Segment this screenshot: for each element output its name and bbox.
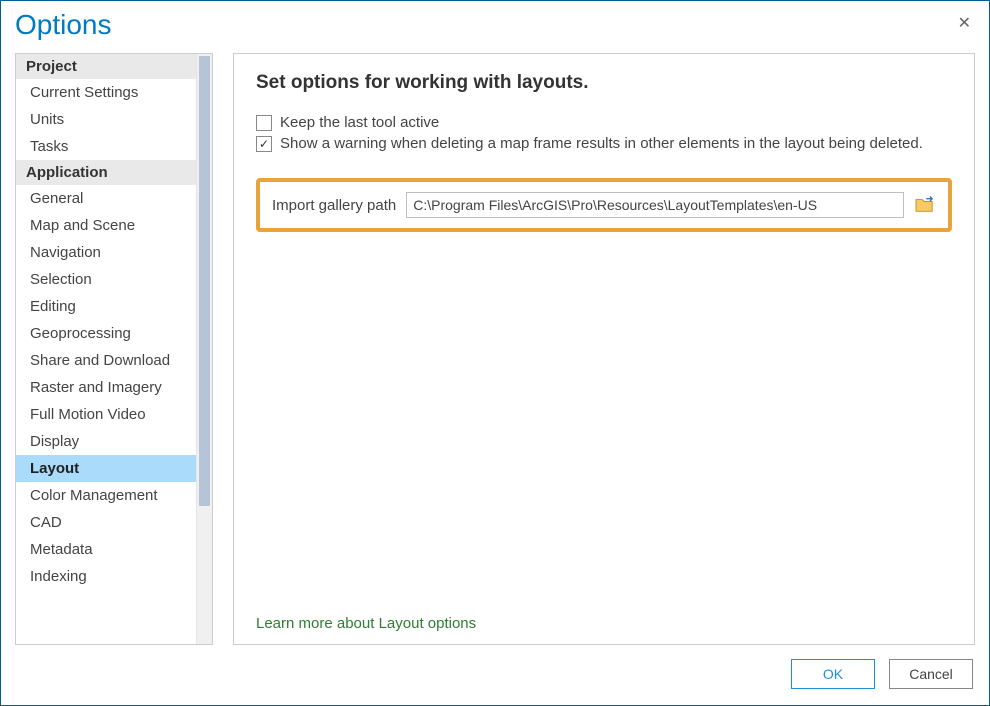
- sidebar-item-raster-and-imagery[interactable]: Raster and Imagery: [16, 374, 196, 401]
- sidebar-item-current-settings[interactable]: Current Settings: [16, 79, 196, 106]
- content: Set options for working with layouts. Ke…: [234, 54, 974, 644]
- sidebar-list: Project Current Settings Units Tasks App…: [16, 54, 212, 644]
- sidebar-item-general[interactable]: General: [16, 185, 196, 212]
- sidebar-item-full-motion-video[interactable]: Full Motion Video: [16, 401, 196, 428]
- import-gallery-path-input[interactable]: [406, 192, 904, 218]
- sidebar-item-metadata[interactable]: Metadata: [16, 536, 196, 563]
- sidebar-item-cad[interactable]: CAD: [16, 509, 196, 536]
- sidebar-item-layout[interactable]: Layout: [16, 455, 196, 482]
- sidebar-item-units[interactable]: Units: [16, 106, 196, 133]
- import-gallery-path-group: Import gallery path: [256, 178, 952, 232]
- checkbox-row-keep-last-tool[interactable]: Keep the last tool active: [256, 114, 952, 131]
- sidebar-scrollbar-thumb[interactable]: [199, 56, 210, 506]
- content-heading: Set options for working with layouts.: [256, 72, 952, 94]
- checkbox-show-warning[interactable]: [256, 136, 272, 152]
- sidebar-item-indexing[interactable]: Indexing: [16, 563, 196, 590]
- body-area: Project Current Settings Units Tasks App…: [1, 53, 989, 645]
- window-title: Options: [15, 9, 112, 41]
- checkbox-label: Show a warning when deleting a map frame…: [280, 135, 923, 152]
- sidebar-item-map-and-scene[interactable]: Map and Scene: [16, 212, 196, 239]
- sidebar-item-selection[interactable]: Selection: [16, 266, 196, 293]
- checkbox-label: Keep the last tool active: [280, 114, 439, 131]
- sidebar-section-application: Application: [16, 160, 212, 185]
- close-icon[interactable]: ✕: [954, 9, 975, 37]
- sidebar-scrollbar[interactable]: [196, 54, 212, 644]
- sidebar-item-display[interactable]: Display: [16, 428, 196, 455]
- sidebar-item-navigation[interactable]: Navigation: [16, 239, 196, 266]
- ok-button[interactable]: OK: [791, 659, 875, 689]
- sidebar-section-project: Project: [16, 54, 212, 79]
- sidebar: Project Current Settings Units Tasks App…: [15, 53, 213, 645]
- sidebar-item-color-management[interactable]: Color Management: [16, 482, 196, 509]
- learn-more-link[interactable]: Learn more about Layout options: [256, 605, 952, 632]
- sidebar-item-editing[interactable]: Editing: [16, 293, 196, 320]
- titlebar: Options ✕: [1, 1, 989, 53]
- import-gallery-path-label: Import gallery path: [272, 197, 396, 214]
- sidebar-item-tasks[interactable]: Tasks: [16, 133, 196, 160]
- sidebar-item-share-and-download[interactable]: Share and Download: [16, 347, 196, 374]
- dialog-footer: OK Cancel: [1, 645, 989, 705]
- cancel-button[interactable]: Cancel: [889, 659, 973, 689]
- sidebar-item-geoprocessing[interactable]: Geoprocessing: [16, 320, 196, 347]
- browse-folder-icon[interactable]: [914, 196, 936, 214]
- content-panel: Set options for working with layouts. Ke…: [233, 53, 975, 645]
- checkbox-row-show-warning[interactable]: Show a warning when deleting a map frame…: [256, 135, 952, 152]
- checkbox-keep-last-tool[interactable]: [256, 115, 272, 131]
